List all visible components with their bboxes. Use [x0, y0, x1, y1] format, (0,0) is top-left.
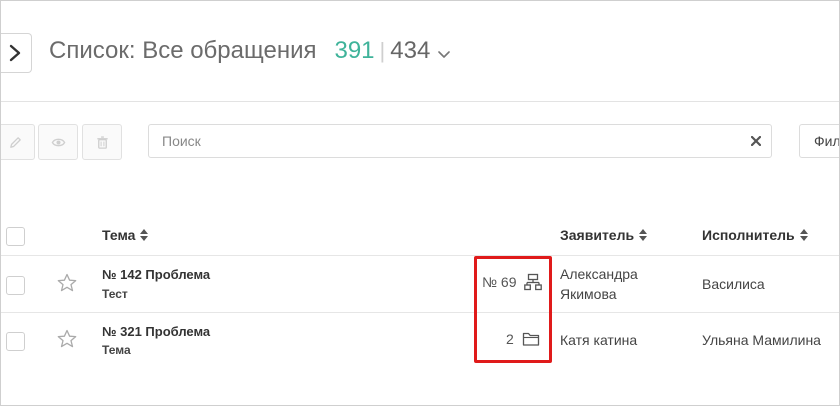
page-title: Список: Все обращения: [49, 37, 317, 64]
sort-icon[interactable]: [639, 229, 648, 241]
requester-name: Катя катина: [560, 332, 638, 348]
delete-button[interactable]: [82, 124, 122, 160]
sort-icon[interactable]: [140, 229, 149, 241]
filtered-count: 391: [334, 37, 375, 64]
ticket-subtitle: Тема: [102, 343, 131, 357]
search-input[interactable]: [149, 125, 729, 157]
header-divider: [1, 101, 839, 102]
trash-icon: [96, 135, 108, 149]
requester-name-line2: Якимова: [560, 286, 617, 302]
edit-button[interactable]: [1, 124, 35, 160]
column-header-subject[interactable]: Тема: [102, 227, 149, 243]
ticket-subtitle: Тест: [102, 287, 128, 301]
sort-icon[interactable]: [799, 229, 808, 241]
page-header: Список: Все обращения 391 | 434: [49, 37, 451, 69]
row-divider: [1, 312, 839, 313]
column-label-requester: Заявитель: [560, 227, 635, 243]
ticket-title[interactable]: № 321 Проблема: [102, 324, 210, 339]
chevron-down-icon[interactable]: [438, 47, 451, 59]
requester-name: Александра: [560, 266, 638, 282]
assignee-name: Ульяна Мамилина: [702, 332, 821, 348]
row-checkbox[interactable]: [6, 332, 25, 351]
view-button[interactable]: [38, 124, 78, 160]
total-count[interactable]: 434: [390, 37, 430, 65]
column-label-assignee: Исполнитель: [702, 227, 795, 243]
row-checkbox[interactable]: [6, 276, 25, 295]
attachment-count[interactable]: 2: [506, 330, 540, 348]
count-separator: |: [379, 38, 386, 63]
star-icon[interactable]: [57, 329, 77, 349]
column-label-subject: Тема: [102, 227, 136, 243]
sidebar-toggle-button[interactable]: [1, 33, 32, 73]
related-ticket-number[interactable]: № 69: [482, 273, 543, 291]
hierarchy-icon: [524, 273, 543, 291]
list-page: Список: Все обращения 391 | 434 Поиск Фи…: [0, 0, 840, 406]
pencil-icon: [9, 136, 21, 148]
table-divider: [1, 255, 839, 256]
search-box: [148, 124, 772, 158]
folder-icon: [522, 332, 539, 346]
filter-button[interactable]: Фил: [799, 124, 839, 158]
ticket-title[interactable]: № 142 Проблема: [102, 267, 210, 282]
eye-icon: [51, 138, 65, 146]
star-icon[interactable]: [57, 273, 77, 293]
assignee-name: Василиса: [702, 276, 765, 292]
chevron-right-icon: [9, 44, 21, 62]
clear-search-button[interactable]: [749, 134, 763, 148]
column-header-assignee[interactable]: Исполнитель: [702, 227, 808, 243]
select-all-checkbox[interactable]: [6, 227, 25, 246]
column-header-requester[interactable]: Заявитель: [560, 227, 648, 243]
close-icon: [751, 136, 761, 146]
